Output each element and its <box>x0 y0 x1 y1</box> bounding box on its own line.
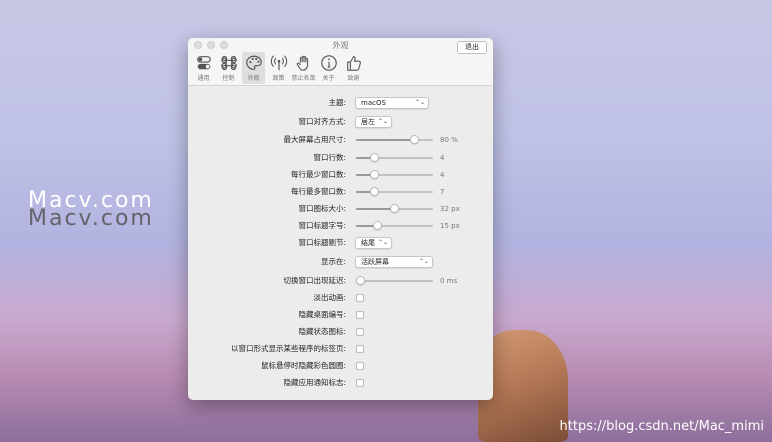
show-on-value: 活跃屏幕 <box>361 258 389 266</box>
slider-value: 80 % <box>440 136 458 144</box>
chevron-updown-icon: ⌃⌄ <box>414 99 425 106</box>
setting-row-tabs-as-windows: 以窗口形式显示某些程序的标签页: <box>188 342 493 356</box>
tab-controls[interactable]: 控制 <box>217 52 240 84</box>
setting-label: 隐藏状态图标: <box>298 327 346 336</box>
setting-row-title-font: 窗口标题字号: 15 px <box>188 219 493 233</box>
slider-track[interactable] <box>356 280 433 282</box>
tab-appearance[interactable]: 外观 <box>242 52 265 84</box>
setting-label: 以窗口形式显示某些程序的标签页: <box>230 344 346 353</box>
hide-desktop-num-checkbox[interactable] <box>356 311 364 319</box>
info-icon <box>320 55 337 71</box>
setting-row-fade: 淡出动画: <box>188 291 493 305</box>
tab-label: 致谢 <box>347 75 360 82</box>
tab-label: 关于 <box>322 75 335 82</box>
toggle-icon <box>196 56 211 70</box>
quit-button[interactable]: 退出 <box>457 41 487 54</box>
setting-label: 每行最少窗口数: <box>290 170 346 179</box>
palette-icon <box>245 55 262 70</box>
alignment-value: 居左 <box>361 118 375 126</box>
slider-knob[interactable] <box>373 221 382 230</box>
setting-row-max-per-row: 每行最多窗口数: 7 <box>188 185 493 199</box>
slider-knob[interactable] <box>369 153 379 162</box>
setting-label: 窗口标题字号: <box>298 221 346 230</box>
chevron-updown-icon: ⌃⌄ <box>377 239 388 246</box>
show-on-popup[interactable]: 活跃屏幕 ⌃⌄ <box>355 256 433 268</box>
tab-about[interactable]: 关于 <box>317 52 340 84</box>
slider-value: 4 <box>440 154 445 162</box>
setting-row-hide-status-icon: 隐藏状态图标: <box>188 325 493 339</box>
tab-label: 控制 <box>222 75 235 82</box>
slider-knob[interactable] <box>369 187 379 196</box>
theme-popup[interactable]: macOS ⌃⌄ <box>355 97 429 109</box>
antenna-icon <box>270 55 287 71</box>
hide-color-circles-checkbox[interactable] <box>356 362 364 370</box>
setting-label: 切换窗口出现延迟: <box>283 276 346 285</box>
tab-label: 通用 <box>197 75 210 82</box>
slider-fill <box>356 208 395 210</box>
setting-row-min-per-row: 每行最少窗口数: 4 <box>188 168 493 182</box>
slider-value: 4 <box>440 171 445 179</box>
slider-value: 32 px <box>440 205 460 213</box>
slider-knob[interactable] <box>410 135 420 144</box>
slider-fill <box>356 139 415 141</box>
setting-label: 隐藏应用通知标志: <box>283 378 346 387</box>
theme-value: macOS <box>361 99 386 107</box>
setting-row-alignment: 窗口对齐方式: 居左 ⌃⌄ <box>188 115 493 129</box>
hide-badges-checkbox[interactable] <box>356 379 364 387</box>
toolbar: 通用 控制 外观 政策 禁止名单 关于 致谢 <box>192 52 365 84</box>
window-title: 外观 <box>332 41 349 50</box>
setting-label: 窗口标题剔节: <box>298 238 346 247</box>
tab-label: 外观 <box>247 75 260 82</box>
setting-label: 窗口对齐方式: <box>298 117 346 126</box>
setting-label: 隐藏桌面编号: <box>298 310 346 319</box>
setting-label: 最大屏幕占用尺寸: <box>283 135 346 144</box>
setting-row-show-on: 显示在: 活跃屏幕 ⌃⌄ <box>188 255 493 269</box>
setting-row-delay: 切换窗口出现延迟: 0 ms <box>188 274 493 288</box>
tab-acknowledgments[interactable]: 致谢 <box>342 52 365 84</box>
slider-knob[interactable] <box>390 204 399 213</box>
setting-row-hide-badges: 隐藏应用通知标志: <box>188 376 493 390</box>
slider-value: 0 ms <box>440 277 458 285</box>
setting-row-icon-size: 窗口图标大小: 32 px <box>188 202 493 216</box>
command-icon <box>220 55 237 71</box>
truncate-popup[interactable]: 结尾 ⌃⌄ <box>355 237 392 249</box>
fade-checkbox[interactable] <box>356 294 364 302</box>
setting-row-max-screen: 最大屏幕占用尺寸: 80 % <box>188 133 493 147</box>
tab-general[interactable]: 通用 <box>192 52 215 84</box>
preferences-window: 外观 退出 通用 控制 外观 政策 禁止名单 关于 致谢 主题: macOS ⌃… <box>188 38 493 400</box>
slider-value: 7 <box>440 188 445 196</box>
setting-row-theme: 主题: macOS ⌃⌄ <box>188 96 493 110</box>
slider-knob[interactable] <box>369 170 379 179</box>
setting-row-rows: 窗口行数: 4 <box>188 151 493 165</box>
truncate-value: 结尾 <box>361 239 375 247</box>
thumbs-up-icon <box>346 56 361 71</box>
setting-label: 显示在: <box>320 257 346 266</box>
hand-icon <box>296 55 308 71</box>
url-watermark: https://blog.csdn.net/Mac_mimi <box>559 419 764 434</box>
tabs-as-windows-checkbox[interactable] <box>356 345 364 353</box>
tab-policies[interactable]: 政策 <box>267 52 290 84</box>
slider-knob[interactable] <box>356 276 365 285</box>
setting-row-hide-desktop-num: 隐藏桌面编号: <box>188 308 493 322</box>
setting-label: 主题: <box>328 98 346 107</box>
appearance-pane: 主题: macOS ⌃⌄ 窗口对齐方式: 居左 ⌃⌄ 最大屏幕占用尺寸: 80 … <box>188 86 493 400</box>
slider-value: 15 px <box>440 222 460 230</box>
setting-label: 每行最多窗口数: <box>290 187 346 196</box>
tab-label: 政策 <box>272 75 285 82</box>
setting-label: 鼠标悬停时隐藏彩色圆圈: <box>260 361 346 370</box>
setting-row-hide-color-circles: 鼠标悬停时隐藏彩色圆圈: <box>188 359 493 373</box>
chevron-updown-icon: ⌃⌄ <box>418 258 429 265</box>
titlebar: 外观 退出 通用 控制 外观 政策 禁止名单 关于 致谢 <box>188 38 493 86</box>
tab-label: 禁止名单 <box>291 75 316 82</box>
setting-label: 窗口行数: <box>313 153 346 162</box>
tab-blacklist[interactable]: 禁止名单 <box>291 52 316 84</box>
setting-row-title-truncate: 窗口标题剔节: 结尾 ⌃⌄ <box>188 236 493 250</box>
setting-label: 窗口图标大小: <box>298 204 346 213</box>
chevron-updown-icon: ⌃⌄ <box>377 118 388 125</box>
alignment-popup[interactable]: 居左 ⌃⌄ <box>355 116 392 128</box>
setting-label: 淡出动画: <box>313 293 346 302</box>
hide-status-icon-checkbox[interactable] <box>356 328 364 336</box>
watermark-shadow-text: Macv.com <box>28 206 154 231</box>
